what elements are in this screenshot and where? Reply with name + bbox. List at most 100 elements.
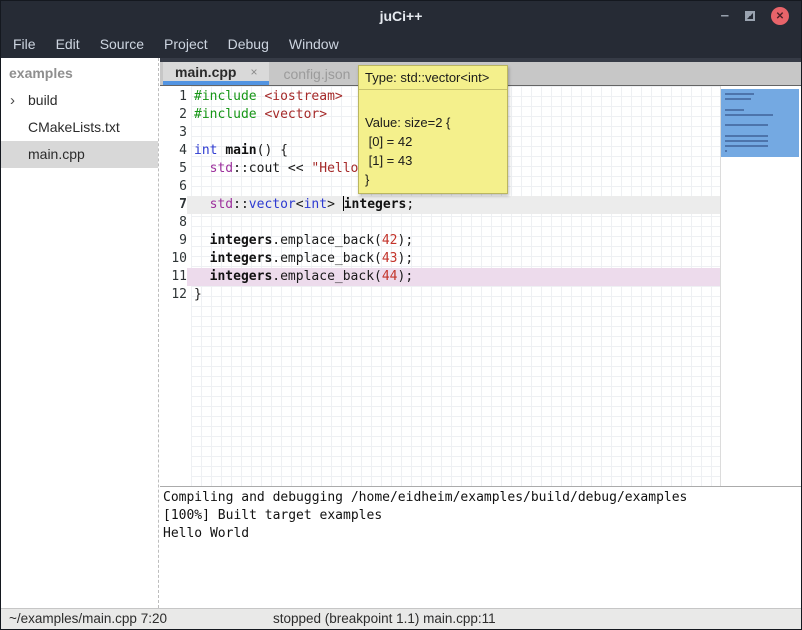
tree-item-build[interactable]: › build (1, 87, 158, 114)
minimap-code-mark (725, 124, 768, 126)
line-number: 5 (160, 160, 187, 178)
minimap-code-mark (725, 140, 768, 142)
close-button[interactable]: ✕ (771, 7, 789, 25)
expander-chevron-icon[interactable]: › (10, 87, 15, 114)
tooltip-value-line: [1] = 43 (365, 151, 501, 170)
code-token (194, 269, 210, 284)
code-line[interactable]: 8 (160, 214, 720, 232)
code-token: <iostream> (264, 89, 342, 104)
menu-item-window[interactable]: Window (279, 31, 349, 58)
code-token (194, 233, 210, 248)
window-title: juCi++ (380, 8, 423, 24)
tree-item-label: build (28, 87, 58, 114)
code-token: ); (398, 233, 414, 248)
minimap[interactable] (720, 86, 801, 486)
menubar: FileEditSourceProjectDebugWindow (1, 31, 801, 58)
code-token: integers (344, 197, 407, 212)
tab-config-json[interactable]: config.json (269, 62, 364, 85)
code-line[interactable]: 10 integers.emplace_back(43); (160, 250, 720, 268)
menu-item-project[interactable]: Project (154, 31, 218, 58)
line-number: 3 (160, 124, 187, 142)
minimap-code-mark (725, 145, 768, 147)
status-debug-state: stopped (breakpoint 1.1) main.cpp:11 (273, 609, 496, 629)
code-token: integers (210, 251, 273, 266)
minimap-viewport[interactable] (721, 89, 799, 157)
code-token: vector (249, 197, 296, 212)
code-token: ); (398, 269, 414, 284)
line-number: 12 (160, 286, 187, 304)
code-token: std (210, 197, 233, 212)
code-token: 44 (382, 269, 398, 284)
line-number: 2 (160, 106, 187, 124)
line-number: 6 (160, 178, 187, 196)
line-number: 4 (160, 142, 187, 160)
code-token: :: (233, 197, 249, 212)
minimap-code-mark (725, 93, 754, 95)
minimap-code-mark (725, 150, 727, 152)
menu-item-edit[interactable]: Edit (46, 31, 90, 58)
sidebar-file-tree: examples › buildCMakeLists.txtmain.cpp (1, 58, 158, 608)
code-token (194, 197, 210, 212)
code-text: integers.emplace_back(44); (187, 268, 720, 286)
line-number: 10 (160, 250, 187, 268)
menu-item-debug[interactable]: Debug (218, 31, 279, 58)
code-text: integers.emplace_back(43); (187, 250, 720, 268)
code-token: > (327, 197, 343, 212)
tab-label: main.cpp (175, 64, 236, 80)
tree-item-main-cpp[interactable]: main.cpp (1, 141, 158, 168)
code-text (187, 214, 720, 232)
code-token: () { (257, 143, 288, 158)
close-icon: ✕ (776, 11, 784, 22)
minimap-code-mark (725, 135, 768, 137)
code-token: <vector> (264, 107, 327, 122)
tree-item-cmakelists-txt[interactable]: CMakeLists.txt (1, 114, 158, 141)
code-text: } (187, 286, 720, 304)
code-token: .emplace_back( (272, 269, 382, 284)
code-token: 43 (382, 251, 398, 266)
code-token: ); (398, 251, 414, 266)
line-number: 7 (160, 196, 187, 214)
code-token: ::cout << (233, 161, 311, 176)
line-number: 8 (160, 214, 187, 232)
output-line: Hello World (163, 525, 801, 543)
tooltip-value-block: Value: size=2 { [0] = 42 [1] = 43} (359, 90, 507, 193)
code-text: std::vector<int> integers; (187, 196, 720, 214)
output-panel[interactable]: Compiling and debugging /home/eidheim/ex… (160, 486, 801, 608)
window-titlebar[interactable]: juCi++ – ✕ (1, 1, 801, 31)
line-number: 11 (160, 268, 187, 286)
tab-main-cpp[interactable]: main.cpp × (163, 62, 269, 85)
code-line[interactable]: 11 integers.emplace_back(44); (160, 268, 720, 286)
restore-icon[interactable] (745, 11, 755, 21)
output-line: Compiling and debugging /home/eidheim/ex… (163, 489, 801, 507)
menu-item-file[interactable]: File (3, 31, 46, 58)
output-line: [100%] Built target examples (163, 507, 801, 525)
tab-label: config.json (283, 66, 350, 82)
code-line[interactable]: 12} (160, 286, 720, 304)
app-window: juCi++ – ✕ FileEditSourceProjectDebugWin… (0, 0, 802, 630)
tooltip-value-line: Value: size=2 { (365, 113, 501, 132)
debug-value-tooltip: Type: std::vector<int> Value: size=2 { [… (358, 65, 508, 194)
menu-item-source[interactable]: Source (90, 31, 154, 58)
code-token (194, 161, 210, 176)
minimap-code-mark (725, 109, 744, 111)
line-number: 9 (160, 232, 187, 250)
code-token: main (225, 143, 256, 158)
code-token: integers (210, 233, 273, 248)
tooltip-type-line: Type: std::vector<int> (359, 66, 507, 90)
tooltip-value-line: [0] = 42 (365, 132, 501, 151)
code-token: #include (194, 107, 257, 122)
code-token: #include (194, 89, 257, 104)
code-line[interactable]: 9 integers.emplace_back(42); (160, 232, 720, 250)
project-name-label: examples (1, 58, 158, 87)
code-token: int (304, 197, 327, 212)
code-token: 42 (382, 233, 398, 248)
minimize-button[interactable]: – (721, 11, 729, 21)
tree-item-label: main.cpp (28, 141, 85, 168)
code-token: std (210, 161, 233, 176)
code-token: integers (210, 269, 273, 284)
code-token: int (194, 143, 217, 158)
code-line[interactable]: 7 std::vector<int> integers; (160, 196, 720, 214)
window-controls: – ✕ (721, 1, 789, 31)
tab-close-icon[interactable]: × (250, 65, 257, 79)
code-token: < (296, 197, 304, 212)
